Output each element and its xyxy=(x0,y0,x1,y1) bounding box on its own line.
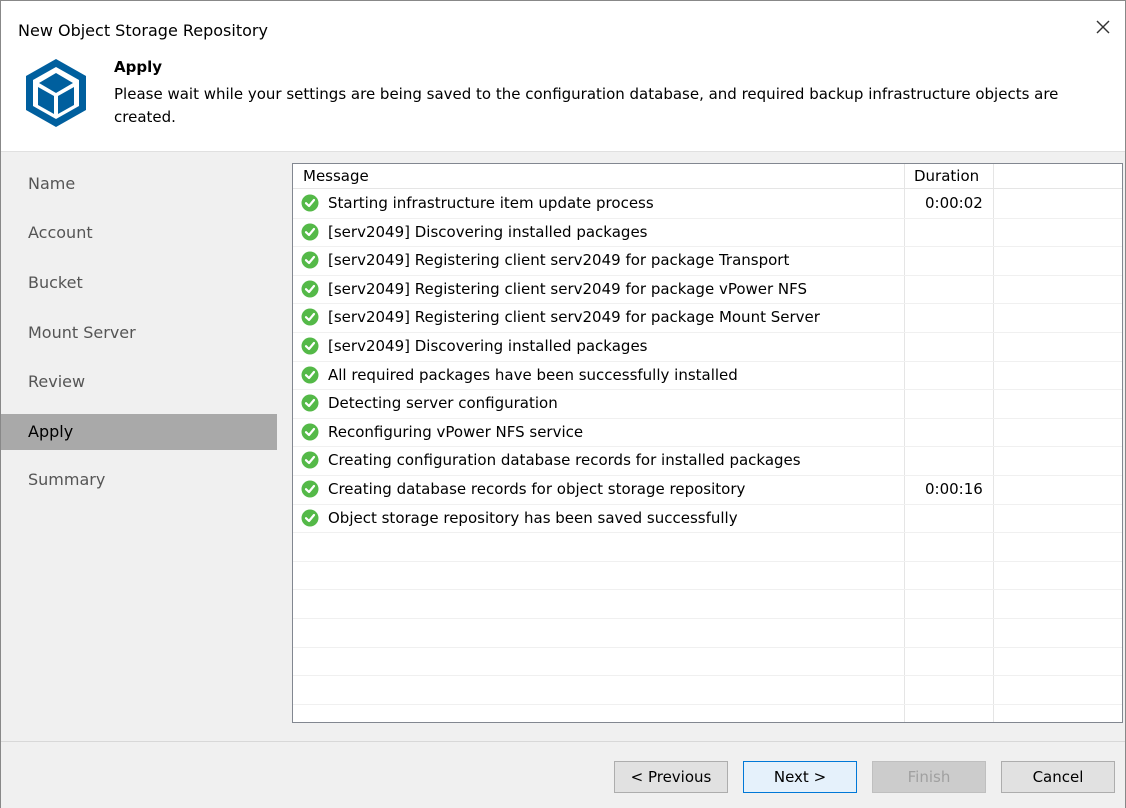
empty-row xyxy=(293,704,1122,722)
table-row[interactable]: [serv2049] Discovering installed package… xyxy=(293,332,1122,362)
table-row[interactable]: Creating database records for object sto… xyxy=(293,475,1122,505)
success-check-icon xyxy=(301,480,319,498)
success-check-icon xyxy=(301,280,319,298)
row-message: [serv2049] Registering client serv2049 f… xyxy=(328,279,808,298)
row-message: Creating configuration database records … xyxy=(328,451,801,470)
nav-item-apply[interactable]: Apply xyxy=(1,414,277,450)
success-check-icon xyxy=(301,394,319,412)
table-row[interactable]: [serv2049] Registering client serv2049 f… xyxy=(293,246,1122,276)
window-title: New Object Storage Repository xyxy=(18,21,268,40)
nav-item-bucket[interactable]: Bucket xyxy=(1,265,277,301)
success-check-icon xyxy=(301,509,319,527)
table-row[interactable]: Object storage repository has been saved… xyxy=(293,504,1122,534)
veeam-cube-icon xyxy=(20,56,92,128)
empty-row xyxy=(293,647,1122,677)
success-check-icon xyxy=(301,366,319,384)
nav-item-summary[interactable]: Summary xyxy=(1,462,277,498)
empty-row xyxy=(293,589,1122,619)
cancel-button[interactable]: Cancel xyxy=(1001,761,1115,793)
step-description: Please wait while your settings are bein… xyxy=(114,85,1059,126)
log-grid[interactable]: Message Duration Starting infrastructure… xyxy=(292,163,1123,723)
success-check-icon xyxy=(301,223,319,241)
success-check-icon xyxy=(301,251,319,269)
step-title: Apply xyxy=(114,58,163,76)
wizard-steps-sidebar: Name Account Bucket Mount Server Review … xyxy=(1,151,277,742)
finish-button[interactable]: Finish xyxy=(872,761,986,793)
table-row[interactable]: [serv2049] Registering client serv2049 f… xyxy=(293,303,1122,333)
empty-row xyxy=(293,532,1122,562)
row-message: Detecting server configuration xyxy=(328,394,558,413)
success-check-icon xyxy=(301,194,319,212)
row-message: [serv2049] Registering client serv2049 f… xyxy=(328,251,790,270)
row-duration: 0:00:02 xyxy=(925,194,983,212)
previous-button[interactable]: < Previous xyxy=(614,761,728,793)
row-message: All required packages have been successf… xyxy=(328,365,738,384)
empty-row xyxy=(293,675,1122,705)
close-icon[interactable] xyxy=(1091,15,1115,39)
row-message: [serv2049] Discovering installed package… xyxy=(328,222,648,241)
next-button[interactable]: Next > xyxy=(743,761,857,793)
success-check-icon xyxy=(301,308,319,326)
table-row[interactable]: Starting infrastructure item update proc… xyxy=(293,189,1122,219)
table-row[interactable]: All required packages have been successf… xyxy=(293,361,1122,391)
column-header-message[interactable]: Message xyxy=(303,167,369,185)
grid-header: Message Duration xyxy=(293,164,1122,189)
success-check-icon xyxy=(301,423,319,441)
nav-item-account[interactable]: Account xyxy=(1,215,277,251)
success-check-icon xyxy=(301,337,319,355)
empty-row xyxy=(293,618,1122,648)
row-message: Object storage repository has been saved… xyxy=(328,508,738,527)
table-row[interactable]: [serv2049] Registering client serv2049 f… xyxy=(293,275,1122,305)
row-message: Starting infrastructure item update proc… xyxy=(328,194,654,212)
table-row[interactable]: Detecting server configuration xyxy=(293,389,1122,419)
row-message: [serv2049] Discovering installed package… xyxy=(328,337,648,355)
column-header-duration[interactable]: Duration xyxy=(914,167,979,185)
success-check-icon xyxy=(301,451,319,469)
table-row[interactable]: [serv2049] Discovering installed package… xyxy=(293,218,1122,248)
wizard-footer: < Previous Next > Finish Cancel xyxy=(1,741,1125,808)
wizard-window: New Object Storage Repository Apply Plea… xyxy=(0,0,1126,808)
nav-item-name[interactable]: Name xyxy=(1,166,277,202)
empty-row xyxy=(293,561,1122,591)
row-duration: 0:00:16 xyxy=(925,480,983,498)
nav-item-mount-server[interactable]: Mount Server xyxy=(1,315,277,351)
table-row[interactable]: Creating configuration database records … xyxy=(293,446,1122,476)
title-bar: New Object Storage Repository xyxy=(1,1,1125,61)
table-row[interactable]: Reconfiguring vPower NFS service xyxy=(293,418,1122,448)
row-message: Creating database records for object sto… xyxy=(328,480,746,498)
nav-item-review[interactable]: Review xyxy=(1,364,277,400)
row-message: [serv2049] Registering client serv2049 f… xyxy=(328,308,820,327)
row-message: Reconfiguring vPower NFS service xyxy=(328,422,584,441)
